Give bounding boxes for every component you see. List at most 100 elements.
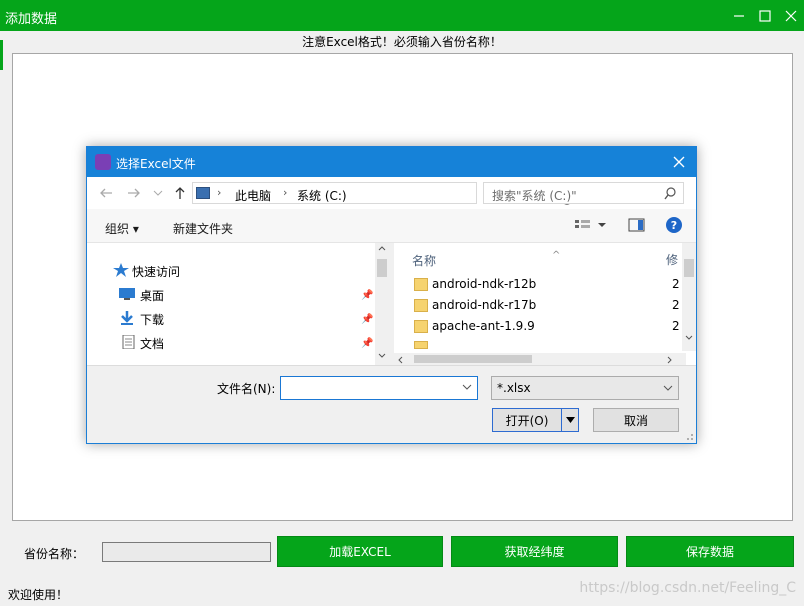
address-bar[interactable]: › 此电脑 › 系统 (C:) bbox=[192, 182, 573, 205]
window-titlebar[interactable]: 添加数据 bbox=[0, 0, 804, 31]
file-item-name[interactable]: android-ndk-r12b bbox=[432, 277, 536, 291]
navigation-pane: 快速访问 桌面 📌 下载 📌 文档 📌 bbox=[87, 243, 389, 365]
file-item-date: 2 bbox=[672, 277, 680, 291]
file-item-date: 2 bbox=[672, 298, 680, 312]
pin-icon: 📌 bbox=[361, 314, 374, 325]
nav-desktop[interactable]: 桌面 bbox=[140, 287, 164, 304]
computer-icon bbox=[196, 187, 210, 199]
province-input[interactable] bbox=[102, 542, 271, 562]
dialog-titlebar[interactable]: 选择Excel文件 bbox=[87, 147, 696, 177]
nav-documents[interactable]: 文档 bbox=[140, 335, 164, 352]
breadcrumb-separator: › bbox=[217, 186, 222, 199]
scrollbar-thumb[interactable] bbox=[414, 355, 532, 363]
load-excel-button[interactable]: 加载EXCEL bbox=[277, 536, 443, 567]
open-options-dropdown[interactable] bbox=[562, 409, 578, 431]
breadcrumb-drive-c[interactable]: 系统 (C:) bbox=[297, 187, 347, 204]
scrollbar-thumb[interactable] bbox=[377, 259, 387, 277]
folder-icon bbox=[414, 299, 428, 312]
chevron-right-icon bbox=[667, 356, 672, 364]
folder-icon bbox=[414, 278, 428, 291]
folder-icon bbox=[414, 341, 428, 349]
close-icon bbox=[785, 10, 797, 21]
dialog-app-icon bbox=[95, 154, 111, 170]
dialog-nav-row: › 此电脑 › 系统 (C:) 搜索"系统 (C:)" bbox=[87, 177, 696, 209]
status-text: 欢迎使用！ bbox=[8, 588, 69, 602]
recent-locations-button[interactable] bbox=[149, 185, 167, 201]
province-label: 省份名称： bbox=[24, 547, 85, 561]
column-header-name[interactable]: 名称 ^ bbox=[412, 250, 560, 269]
dialog-title: 选择Excel文件 bbox=[116, 157, 196, 171]
organize-menu[interactable]: 组织 ▾ bbox=[105, 220, 139, 237]
pin-icon: 📌 bbox=[361, 290, 374, 301]
up-button[interactable] bbox=[171, 185, 189, 201]
nav-downloads[interactable]: 下载 bbox=[140, 311, 164, 328]
close-icon bbox=[673, 156, 685, 168]
column-header-date[interactable]: 修 bbox=[666, 251, 678, 268]
search-input[interactable]: 搜索"系统 (C:)" bbox=[483, 182, 684, 204]
dialog-filename-area: 文件名(N): *.xlsx 打开(O) 取消 bbox=[87, 365, 696, 443]
breadcrumb-this-pc[interactable]: 此电脑 bbox=[235, 187, 271, 204]
minimize-icon bbox=[734, 14, 744, 17]
dialog-toolbar: 组织 ▾ 新建文件夹 ? bbox=[87, 209, 696, 243]
cancel-button[interactable]: 取消 bbox=[593, 408, 679, 432]
chevron-down-icon bbox=[153, 190, 163, 196]
breadcrumb-separator: › bbox=[283, 186, 288, 199]
filename-input[interactable] bbox=[280, 376, 478, 400]
arrow-right-icon bbox=[128, 188, 140, 198]
file-list-pane: 名称 ^ 修 android-ndk-r12b 2 android-ndk-r17… bbox=[394, 243, 696, 365]
organize-label: 组织 bbox=[105, 222, 130, 236]
column-header-name-label: 名称 bbox=[412, 254, 437, 268]
chevron-down-icon bbox=[565, 417, 575, 423]
view-options-icon[interactable] bbox=[574, 218, 592, 232]
search-placeholder: 搜索"系统 (C:)" bbox=[492, 189, 577, 203]
chevron-left-icon bbox=[398, 356, 403, 364]
app-window: 添加数据 注意Excel格式！必须输入省份名称！ 选择Excel文件 › 此电脑… bbox=[0, 0, 804, 606]
maximize-icon bbox=[759, 9, 771, 22]
svg-text:?: ? bbox=[671, 219, 677, 232]
nav-scrollbar[interactable] bbox=[375, 243, 389, 365]
sort-ascending-icon: ^ bbox=[552, 250, 561, 261]
chevron-down-icon[interactable] bbox=[461, 381, 473, 393]
filetype-select[interactable]: *.xlsx bbox=[491, 376, 679, 400]
file-open-dialog: 选择Excel文件 › 此电脑 › 系统 (C:) 搜索"系统 (C:)" 组织… bbox=[86, 146, 697, 444]
star-icon bbox=[113, 263, 129, 277]
arrow-left-icon bbox=[100, 188, 112, 198]
save-data-button[interactable]: 保存数据 bbox=[626, 536, 794, 567]
file-item-name[interactable]: apache-ant-1.9.9 bbox=[432, 319, 535, 333]
pin-icon: 📌 bbox=[361, 338, 374, 349]
filename-label: 文件名(N): bbox=[217, 382, 276, 396]
window-title: 添加数据 bbox=[5, 12, 58, 27]
chevron-up-icon bbox=[378, 246, 386, 251]
nav-quick-access[interactable]: 快速访问 bbox=[132, 263, 180, 280]
scrollbar-thumb[interactable] bbox=[684, 259, 694, 277]
chevron-down-icon[interactable] bbox=[597, 221, 607, 229]
arrow-up-icon bbox=[175, 187, 185, 199]
watermark: https://blog.csdn.net/Feeling_C bbox=[579, 580, 796, 596]
file-list-hscrollbar[interactable] bbox=[394, 353, 686, 365]
folder-icon bbox=[414, 320, 428, 333]
file-list-vscrollbar[interactable] bbox=[682, 243, 696, 351]
file-item-name[interactable]: android-ndk-r17b bbox=[432, 298, 536, 312]
document-icon bbox=[122, 335, 135, 349]
forward-button[interactable] bbox=[125, 185, 143, 201]
chevron-down-icon bbox=[685, 335, 693, 340]
search-icon bbox=[664, 187, 676, 200]
download-arrow-icon bbox=[121, 311, 133, 325]
get-coordinates-button[interactable]: 获取经纬度 bbox=[451, 536, 618, 567]
minimize-button[interactable] bbox=[726, 0, 752, 31]
filetype-value: *.xlsx bbox=[497, 381, 531, 395]
open-button-label[interactable]: 打开(O) bbox=[493, 409, 562, 431]
back-button[interactable] bbox=[97, 185, 115, 201]
new-folder-button[interactable]: 新建文件夹 bbox=[173, 220, 233, 237]
format-notice: 注意Excel格式！必须输入省份名称！ bbox=[302, 35, 502, 49]
dialog-close-button[interactable] bbox=[668, 151, 690, 173]
help-icon[interactable]: ? bbox=[665, 216, 683, 234]
open-button[interactable]: 打开(O) bbox=[492, 408, 579, 432]
close-button[interactable] bbox=[778, 0, 804, 31]
resize-grip-icon[interactable] bbox=[684, 431, 694, 441]
chevron-down-icon bbox=[378, 353, 386, 358]
maximize-button[interactable] bbox=[752, 0, 778, 31]
chevron-down-icon bbox=[663, 385, 673, 391]
preview-pane-icon[interactable] bbox=[628, 218, 646, 232]
file-item-date: 2 bbox=[672, 319, 680, 333]
